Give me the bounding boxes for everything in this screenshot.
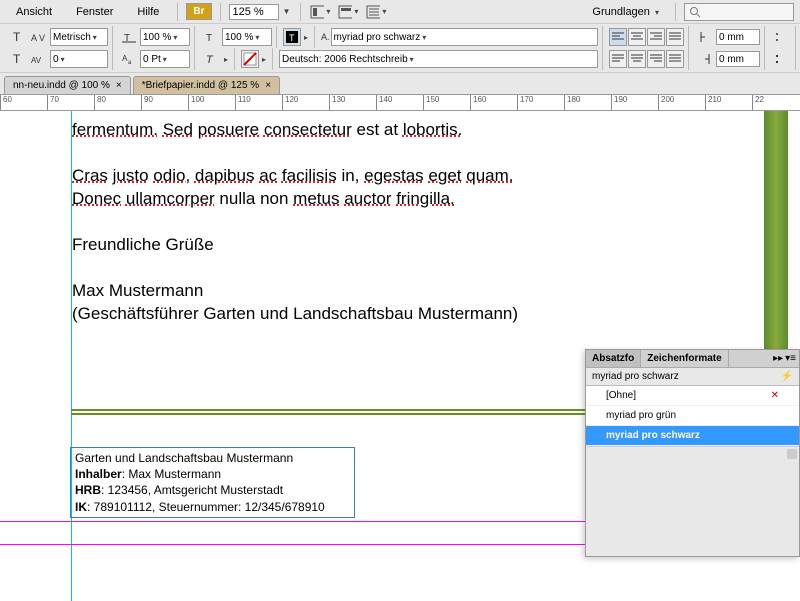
svg-text:A: A — [31, 33, 37, 43]
scale-v-icon[interactable]: T — [201, 28, 221, 46]
panel-menu-icon[interactable]: ▾≡ — [785, 353, 796, 364]
style-item-gruen[interactable]: myriad pro grün — [586, 406, 799, 426]
tracking-input[interactable]: 0▾ — [50, 50, 108, 68]
menu-hilfe[interactable]: Hilfe — [127, 3, 169, 21]
align-center-button[interactable] — [628, 28, 646, 46]
tab-label: *Briefpapier.indd @ 125 % — [142, 80, 259, 91]
svg-text:T: T — [13, 52, 21, 66]
char-format-icon[interactable]: T — [8, 28, 28, 46]
char-style-label-icon: A. — [321, 32, 330, 42]
view-mode-3-icon[interactable]: ▾ — [365, 3, 389, 21]
svg-text:V: V — [39, 33, 45, 43]
menu-ansicht[interactable]: Ansicht — [6, 3, 62, 21]
tab-doc-1[interactable]: nn-neu.indd @ 100 % × — [4, 76, 131, 94]
svg-text:AV: AV — [31, 56, 42, 65]
skew-icon[interactable]: T — [201, 50, 221, 68]
scale-h-icon[interactable]: T — [119, 28, 139, 46]
kerning-icon[interactable]: AV — [29, 28, 49, 46]
no-fill-swatch[interactable] — [241, 50, 259, 68]
list-icon[interactable] — [771, 28, 791, 46]
footer-text-frame[interactable]: Garten und Landschaftsbau Mustermann Inh… — [70, 447, 355, 518]
style-list: [Ohne] ✕ myriad pro grün myriad pro schw… — [586, 386, 799, 446]
control-toolbar: T AV Metrisch▾ T 100 %▾ T 100 %▾ T ▸ A. … — [0, 24, 800, 73]
indent-right-input[interactable] — [716, 51, 760, 67]
view-mode-2-icon[interactable]: ▾ — [337, 3, 361, 21]
svg-text:T: T — [13, 30, 21, 44]
align-justify-button[interactable] — [666, 28, 684, 46]
scale-h-input[interactable]: 100 %▾ — [140, 28, 190, 46]
view-mode-1-icon[interactable]: ▾ — [309, 3, 333, 21]
horizontal-ruler[interactable]: 60 70 80 90 100 110 120 130 140 150 160 … — [0, 95, 800, 111]
search-icon — [689, 6, 701, 18]
align-left-button[interactable] — [609, 28, 627, 46]
zoom-input[interactable] — [229, 4, 279, 20]
tab-label: nn-neu.indd @ 100 % — [13, 80, 110, 91]
para-format-icon[interactable]: T — [8, 50, 28, 68]
indent-right-icon — [695, 50, 715, 68]
delete-style-icon[interactable]: ✕ — [771, 390, 779, 401]
justify-left-button[interactable] — [609, 50, 627, 68]
zoom-control[interactable]: ▼ — [229, 4, 293, 20]
style-item-schwarz[interactable]: myriad pro schwarz — [586, 426, 799, 446]
close-icon[interactable]: × — [265, 80, 271, 91]
body-text-frame[interactable]: fermentum. Sed posuere consectetur est a… — [72, 119, 518, 325]
panel-collapse-icon[interactable]: ▸▸ — [773, 353, 783, 364]
document-canvas[interactable]: fermentum. Sed posuere consectetur est a… — [0, 111, 800, 601]
svg-text:a: a — [128, 60, 132, 65]
baseline-input[interactable]: 0 Pt▾ — [140, 50, 190, 68]
char-style-select[interactable]: myriad pro schwarz▾ — [331, 28, 598, 46]
menu-fenster[interactable]: Fenster — [66, 3, 123, 21]
justify-right-button[interactable] — [647, 50, 665, 68]
panel-tab-para-styles[interactable]: Absatzfo — [586, 350, 641, 367]
workspace-selector[interactable]: Grundlagen ▾ — [586, 4, 667, 20]
lightning-icon[interactable]: ⚡ — [781, 371, 793, 382]
baseline-icon[interactable]: Aa — [119, 50, 139, 68]
menubar: Ansicht Fenster Hilfe Br ▼ ▾ ▾ ▾ Grundla… — [0, 0, 800, 24]
panel-tab-char-styles[interactable]: Zeichenformate — [641, 350, 728, 367]
bridge-button[interactable]: Br — [186, 3, 211, 20]
svg-text:T: T — [206, 33, 212, 43]
fill-swatch[interactable]: T — [283, 28, 301, 46]
justify-all-button[interactable] — [666, 50, 684, 68]
chevron-down-icon[interactable]: ▼ — [281, 7, 293, 16]
tab-doc-2[interactable]: *Briefpapier.indd @ 125 % × — [133, 76, 280, 94]
list-2-icon[interactable] — [771, 50, 791, 68]
tracking-icon[interactable]: AV — [29, 50, 49, 68]
align-right-button[interactable] — [647, 28, 665, 46]
search-box[interactable] — [684, 3, 794, 21]
language-select[interactable]: Deutsch: 2006 Rechtschreib▾ — [279, 50, 598, 68]
current-style-name: myriad pro schwarz — [592, 371, 679, 382]
svg-text:T: T — [206, 54, 214, 65]
close-icon[interactable]: × — [116, 80, 122, 91]
justify-center-button[interactable] — [628, 50, 646, 68]
indent-left-input[interactable] — [716, 29, 760, 45]
char-styles-panel[interactable]: Absatzfo Zeichenformate ▸▸ ▾≡ myriad pro… — [585, 349, 800, 557]
metric-select[interactable]: Metrisch▾ — [50, 28, 108, 46]
svg-text:T: T — [289, 33, 295, 43]
style-item-none[interactable]: [Ohne] ✕ — [586, 386, 799, 406]
scroll-up-icon[interactable] — [787, 449, 797, 459]
document-tabs: nn-neu.indd @ 100 % × *Briefpapier.indd … — [0, 73, 800, 95]
indent-left-icon — [695, 28, 715, 46]
scale-v-input[interactable]: 100 %▾ — [222, 28, 272, 46]
